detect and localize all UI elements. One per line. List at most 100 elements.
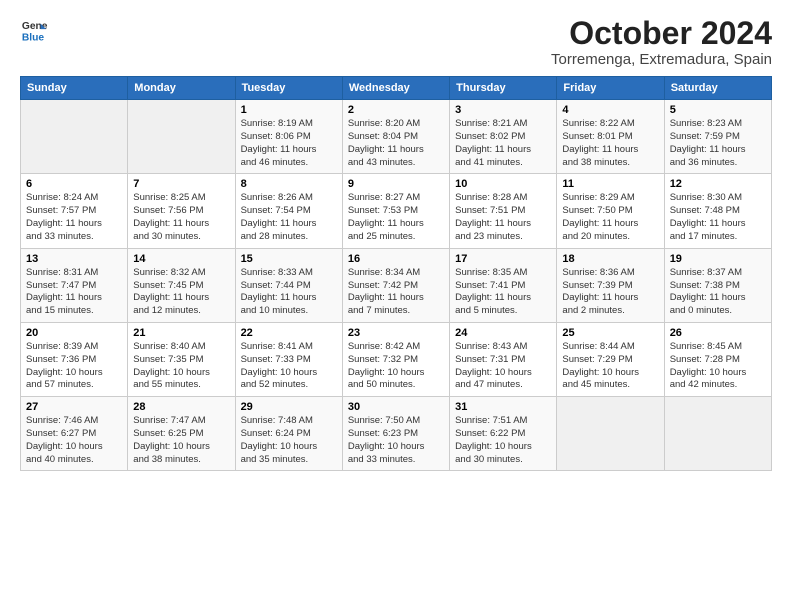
- calendar-cell: 17Sunrise: 8:35 AM Sunset: 7:41 PM Dayli…: [450, 248, 557, 322]
- calendar-cell: 13 Sunrise: 8:31 AM Sunset: 7:47 PM Dayli…: [21, 248, 128, 322]
- day-number: 8: [241, 178, 337, 190]
- calendar-cell: 21 Sunrise: 8:40 AM Sunset: 7:35 PM Dayli…: [128, 322, 235, 396]
- day-number: 7: [133, 178, 229, 190]
- calendar-week-1: 1Sunrise: 8:19 AM Sunset: 8:06 PM Daylig…: [21, 100, 772, 174]
- day-number: 22: [241, 327, 337, 339]
- calendar-cell: 3 Sunrise: 8:21 AM Sunset: 8:02 PM Daylig…: [450, 100, 557, 174]
- svg-text:Blue: Blue: [22, 32, 45, 43]
- day-info: Sunrise: 8:36 AM Sunset: 7:39 PM Dayligh…: [562, 267, 658, 318]
- day-info: Sunrise: 8:19 AM Sunset: 8:06 PM Dayligh…: [241, 118, 337, 169]
- title-block: October 2024 Torremenga, Extremadura, Sp…: [551, 16, 772, 68]
- calendar-cell: 27 Sunrise: 7:46 AM Sunset: 6:27 PM Dayli…: [21, 397, 128, 471]
- day-number: 15: [241, 253, 337, 265]
- day-number: 27: [26, 401, 122, 413]
- calendar-table: Sunday Monday Tuesday Wednesday Thursday…: [20, 76, 772, 471]
- col-saturday: Saturday: [664, 77, 771, 100]
- calendar-header: Sunday Monday Tuesday Wednesday Thursday…: [21, 77, 772, 100]
- location-subtitle: Torremenga, Extremadura, Spain: [551, 51, 772, 68]
- day-info: Sunrise: 8:33 AM Sunset: 7:44 PM Dayligh…: [241, 267, 337, 318]
- day-number: 28: [133, 401, 229, 413]
- day-info: Sunrise: 7:47 AM Sunset: 6:25 PM Dayligh…: [133, 415, 229, 466]
- calendar-week-5: 27 Sunrise: 7:46 AM Sunset: 6:27 PM Dayli…: [21, 397, 772, 471]
- calendar-cell: 10Sunrise: 8:28 AM Sunset: 7:51 PM Dayli…: [450, 174, 557, 248]
- day-number: 30: [348, 401, 444, 413]
- calendar-cell: 8 Sunrise: 8:26 AM Sunset: 7:54 PM Daylig…: [235, 174, 342, 248]
- day-info: Sunrise: 8:34 AM Sunset: 7:42 PM Dayligh…: [348, 267, 444, 318]
- day-info: Sunrise: 8:22 AM Sunset: 8:01 PM Dayligh…: [562, 118, 658, 169]
- day-info: Sunrise: 8:39 AM Sunset: 7:36 PM Dayligh…: [26, 341, 122, 392]
- calendar-cell: [664, 397, 771, 471]
- day-number: 16: [348, 253, 444, 265]
- day-info: Sunrise: 8:30 AM Sunset: 7:48 PM Dayligh…: [670, 192, 766, 243]
- day-info: Sunrise: 8:21 AM Sunset: 8:02 PM Dayligh…: [455, 118, 551, 169]
- calendar-cell: 16 Sunrise: 8:34 AM Sunset: 7:42 PM Dayli…: [342, 248, 449, 322]
- day-number: 3: [455, 104, 551, 116]
- day-number: 23: [348, 327, 444, 339]
- col-tuesday: Tuesday: [235, 77, 342, 100]
- day-info: Sunrise: 8:42 AM Sunset: 7:32 PM Dayligh…: [348, 341, 444, 392]
- day-number: 14: [133, 253, 229, 265]
- day-info: Sunrise: 8:41 AM Sunset: 7:33 PM Dayligh…: [241, 341, 337, 392]
- day-number: 13: [26, 253, 122, 265]
- header: General Blue October 2024 Torremenga, Ex…: [20, 16, 772, 68]
- calendar-cell: 7Sunrise: 8:25 AM Sunset: 7:56 PM Daylig…: [128, 174, 235, 248]
- day-number: 5: [670, 104, 766, 116]
- col-wednesday: Wednesday: [342, 77, 449, 100]
- logo: General Blue: [20, 16, 48, 44]
- day-info: Sunrise: 8:20 AM Sunset: 8:04 PM Dayligh…: [348, 118, 444, 169]
- day-number: 9: [348, 178, 444, 190]
- day-number: 19: [670, 253, 766, 265]
- day-info: Sunrise: 8:31 AM Sunset: 7:47 PM Dayligh…: [26, 267, 122, 318]
- calendar-cell: 25 Sunrise: 8:44 AM Sunset: 7:29 PM Dayli…: [557, 322, 664, 396]
- day-info: Sunrise: 8:26 AM Sunset: 7:54 PM Dayligh…: [241, 192, 337, 243]
- calendar-cell: 6 Sunrise: 8:24 AM Sunset: 7:57 PM Daylig…: [21, 174, 128, 248]
- header-row: Sunday Monday Tuesday Wednesday Thursday…: [21, 77, 772, 100]
- day-number: 12: [670, 178, 766, 190]
- calendar-cell: 28 Sunrise: 7:47 AM Sunset: 6:25 PM Dayli…: [128, 397, 235, 471]
- calendar-cell: 9 Sunrise: 8:27 AM Sunset: 7:53 PM Daylig…: [342, 174, 449, 248]
- calendar-cell: 11 Sunrise: 8:29 AM Sunset: 7:50 PM Dayli…: [557, 174, 664, 248]
- day-number: 26: [670, 327, 766, 339]
- day-info: Sunrise: 8:45 AM Sunset: 7:28 PM Dayligh…: [670, 341, 766, 392]
- day-number: 11: [562, 178, 658, 190]
- day-info: Sunrise: 8:27 AM Sunset: 7:53 PM Dayligh…: [348, 192, 444, 243]
- day-number: 18: [562, 253, 658, 265]
- col-friday: Friday: [557, 77, 664, 100]
- day-number: 29: [241, 401, 337, 413]
- calendar-cell: 12 Sunrise: 8:30 AM Sunset: 7:48 PM Dayli…: [664, 174, 771, 248]
- calendar-week-4: 20 Sunrise: 8:39 AM Sunset: 7:36 PM Dayli…: [21, 322, 772, 396]
- day-info: Sunrise: 8:44 AM Sunset: 7:29 PM Dayligh…: [562, 341, 658, 392]
- calendar-cell: 19 Sunrise: 8:37 AM Sunset: 7:38 PM Dayli…: [664, 248, 771, 322]
- calendar-week-2: 6 Sunrise: 8:24 AM Sunset: 7:57 PM Daylig…: [21, 174, 772, 248]
- day-info: Sunrise: 8:37 AM Sunset: 7:38 PM Dayligh…: [670, 267, 766, 318]
- day-info: Sunrise: 7:46 AM Sunset: 6:27 PM Dayligh…: [26, 415, 122, 466]
- day-info: Sunrise: 8:23 AM Sunset: 7:59 PM Dayligh…: [670, 118, 766, 169]
- calendar-body: 1Sunrise: 8:19 AM Sunset: 8:06 PM Daylig…: [21, 100, 772, 471]
- calendar-cell: [128, 100, 235, 174]
- day-info: Sunrise: 8:32 AM Sunset: 7:45 PM Dayligh…: [133, 267, 229, 318]
- calendar-cell: 24Sunrise: 8:43 AM Sunset: 7:31 PM Dayli…: [450, 322, 557, 396]
- day-number: 10: [455, 178, 551, 190]
- calendar-cell: [21, 100, 128, 174]
- day-info: Sunrise: 8:40 AM Sunset: 7:35 PM Dayligh…: [133, 341, 229, 392]
- day-info: Sunrise: 7:50 AM Sunset: 6:23 PM Dayligh…: [348, 415, 444, 466]
- day-info: Sunrise: 8:35 AM Sunset: 7:41 PM Dayligh…: [455, 267, 551, 318]
- day-number: 31: [455, 401, 551, 413]
- day-number: 25: [562, 327, 658, 339]
- calendar-cell: 26 Sunrise: 8:45 AM Sunset: 7:28 PM Dayli…: [664, 322, 771, 396]
- calendar-week-3: 13 Sunrise: 8:31 AM Sunset: 7:47 PM Dayli…: [21, 248, 772, 322]
- calendar-cell: 29 Sunrise: 7:48 AM Sunset: 6:24 PM Dayli…: [235, 397, 342, 471]
- col-thursday: Thursday: [450, 77, 557, 100]
- calendar-cell: 15 Sunrise: 8:33 AM Sunset: 7:44 PM Dayli…: [235, 248, 342, 322]
- day-number: 21: [133, 327, 229, 339]
- day-number: 20: [26, 327, 122, 339]
- day-info: Sunrise: 7:48 AM Sunset: 6:24 PM Dayligh…: [241, 415, 337, 466]
- calendar-cell: [557, 397, 664, 471]
- col-monday: Monday: [128, 77, 235, 100]
- day-number: 2: [348, 104, 444, 116]
- day-info: Sunrise: 8:24 AM Sunset: 7:57 PM Dayligh…: [26, 192, 122, 243]
- day-info: Sunrise: 8:29 AM Sunset: 7:50 PM Dayligh…: [562, 192, 658, 243]
- day-info: Sunrise: 7:51 AM Sunset: 6:22 PM Dayligh…: [455, 415, 551, 466]
- day-number: 6: [26, 178, 122, 190]
- day-info: Sunrise: 8:43 AM Sunset: 7:31 PM Dayligh…: [455, 341, 551, 392]
